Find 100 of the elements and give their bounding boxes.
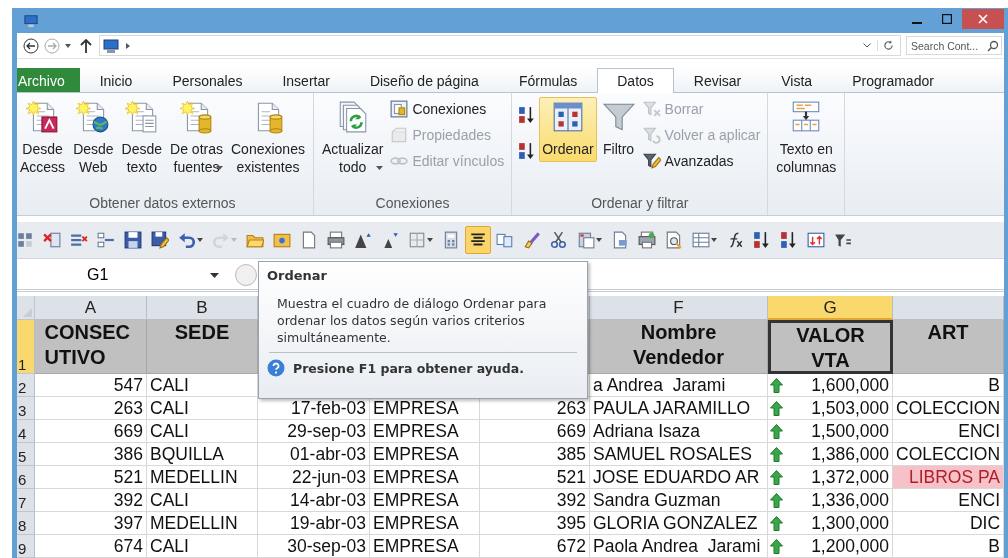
toolbar-button[interactable] <box>465 226 491 254</box>
ribbon-tab[interactable]: Insertar <box>262 68 350 92</box>
ribbon-small-button[interactable]: Avanzadas <box>640 150 763 172</box>
ribbon-button[interactable]: Desde texto <box>118 97 166 180</box>
ribbon-button[interactable]: Actualizar todo <box>318 97 387 174</box>
column-header[interactable]: F <box>590 296 768 320</box>
table-cell: Paola Andrea Jarami <box>590 535 768 558</box>
maximize-icon <box>942 13 952 24</box>
table-cell: PAULA JARAMILLO <box>590 397 768 420</box>
clear-filter-icon <box>642 100 661 118</box>
ribbon-tab[interactable]: Revisar <box>673 68 762 92</box>
save-as-icon <box>151 231 169 249</box>
ribbon-tab[interactable]: Diseño de página <box>349 68 499 92</box>
caret-icon <box>197 238 203 242</box>
table-cell: EMPRESA <box>370 535 480 558</box>
ribbon-button[interactable]: Desde Access <box>17 97 69 180</box>
calculator-icon <box>442 231 460 249</box>
table-header-cell: VALOR VTA <box>768 320 893 374</box>
funnel-pencil-icon <box>642 152 661 170</box>
address-field[interactable] <box>99 35 901 56</box>
ribbon-button[interactable]: Ordenar <box>539 97 597 162</box>
borders-icon <box>408 231 426 249</box>
table-cell: COLECCION <box>893 397 1004 420</box>
table-cell: Adriana Isaza <box>590 420 768 443</box>
table-cell: GLORIA GONZALEZ <box>590 512 768 535</box>
table-cell: 1,200,000 <box>811 535 889 557</box>
table-cell: 669 <box>35 420 147 443</box>
search-icon <box>987 40 999 52</box>
caret-icon[interactable] <box>65 43 71 48</box>
printer-icon <box>327 231 345 249</box>
column-header[interactable]: G <box>768 296 893 320</box>
printer-icon <box>638 231 656 249</box>
table-header-cell: Nombre Vendedor <box>590 320 768 374</box>
caret-icon <box>427 238 433 242</box>
document-badge-icon <box>25 100 60 134</box>
ribbon-button[interactable]: Desde Web <box>70 97 117 180</box>
computer-icon <box>102 37 120 54</box>
caret-icon <box>231 238 237 242</box>
back-button[interactable] <box>23 37 39 54</box>
up-arrow-icon <box>770 492 783 508</box>
ribbon-tab[interactable]: Datos <box>597 68 674 93</box>
group-label: Conexiones <box>374 194 451 213</box>
ribbon-tab[interactable]: Vista <box>761 68 833 92</box>
table-header-cell: SEDE <box>147 320 258 374</box>
up-arrow-icon <box>770 446 783 462</box>
scissors-icon <box>550 231 568 249</box>
chevron-down-icon[interactable] <box>863 43 871 48</box>
table-cell: JOSE EDUARDO AR <box>590 466 768 489</box>
up-arrow-icon <box>770 515 783 531</box>
row-header[interactable]: 6 <box>17 466 35 489</box>
table-cell: 1,503,000 <box>811 397 889 419</box>
row-header[interactable]: 1 <box>17 320 35 374</box>
table-cell: 674 <box>35 535 147 558</box>
table-cell: 672 <box>480 535 590 558</box>
row-header[interactable]: 8 <box>17 512 35 535</box>
name-box[interactable]: G1 <box>17 263 227 287</box>
table-cell: LIBROS PA <box>893 466 1004 489</box>
sort-descending-icon <box>780 231 798 249</box>
ribbon-button[interactable]: Texto en columnas <box>773 97 840 180</box>
computer-icon <box>24 13 38 28</box>
up-arrow-icon <box>770 377 783 393</box>
table-cell: Sandra Guzman <box>590 489 768 512</box>
refresh-icon[interactable] <box>877 40 894 51</box>
table-cell: 392 <box>35 489 147 512</box>
filter-icon <box>834 231 852 249</box>
ribbon-small-button[interactable]: Conexiones <box>388 98 507 120</box>
sort-descending-icon <box>518 142 537 160</box>
forward-icon <box>44 37 60 54</box>
table-cell: 1,372,000 <box>811 466 889 488</box>
help-hint: Presione F1 para obtener ayuda. <box>293 360 524 376</box>
row-header[interactable]: 9 <box>17 535 35 558</box>
ribbon-tab[interactable]: Fórmulas <box>498 68 598 92</box>
ribbon-tab[interactable]: Inicio <box>79 68 153 92</box>
up-arrow-icon <box>770 423 783 439</box>
delete-icon <box>43 231 61 249</box>
copy-icon <box>496 231 514 249</box>
column-header[interactable]: B <box>147 296 258 320</box>
row-header[interactable]: 4 <box>17 420 35 443</box>
table-cell: 1,600,000 <box>811 374 889 396</box>
ribbon-tab[interactable]: Programador <box>832 68 954 92</box>
table-cell: 392 <box>480 489 590 512</box>
ribbon-button[interactable]: Filtro <box>598 97 639 162</box>
column-header[interactable]: A <box>35 296 147 320</box>
row-header[interactable]: 7 <box>17 489 35 512</box>
row-header[interactable]: 5 <box>17 443 35 466</box>
ribbon-button[interactable]: Conexiones existentes <box>228 97 308 180</box>
undo-icon <box>178 231 196 249</box>
table-cell: EMPRESA <box>370 443 480 466</box>
ribbon-button[interactable]: De otras fuentes <box>167 97 226 174</box>
ribbon-tab[interactable]: Personales <box>152 68 263 92</box>
row-header[interactable]: 2 <box>17 374 35 397</box>
table-cell: a Andrea Jarami <box>590 374 768 397</box>
sort-ascending-icon <box>518 106 537 124</box>
save-icon <box>124 231 142 249</box>
table-cell: BQUILLA <box>147 443 258 466</box>
ribbon-tab[interactable]: Archivo <box>17 68 80 92</box>
row-header[interactable]: 3 <box>17 397 35 420</box>
search-field[interactable]: Search Cont... <box>906 36 1002 55</box>
table-cell: EMPRESA <box>370 489 480 512</box>
up-arrow-icon[interactable] <box>80 38 92 53</box>
